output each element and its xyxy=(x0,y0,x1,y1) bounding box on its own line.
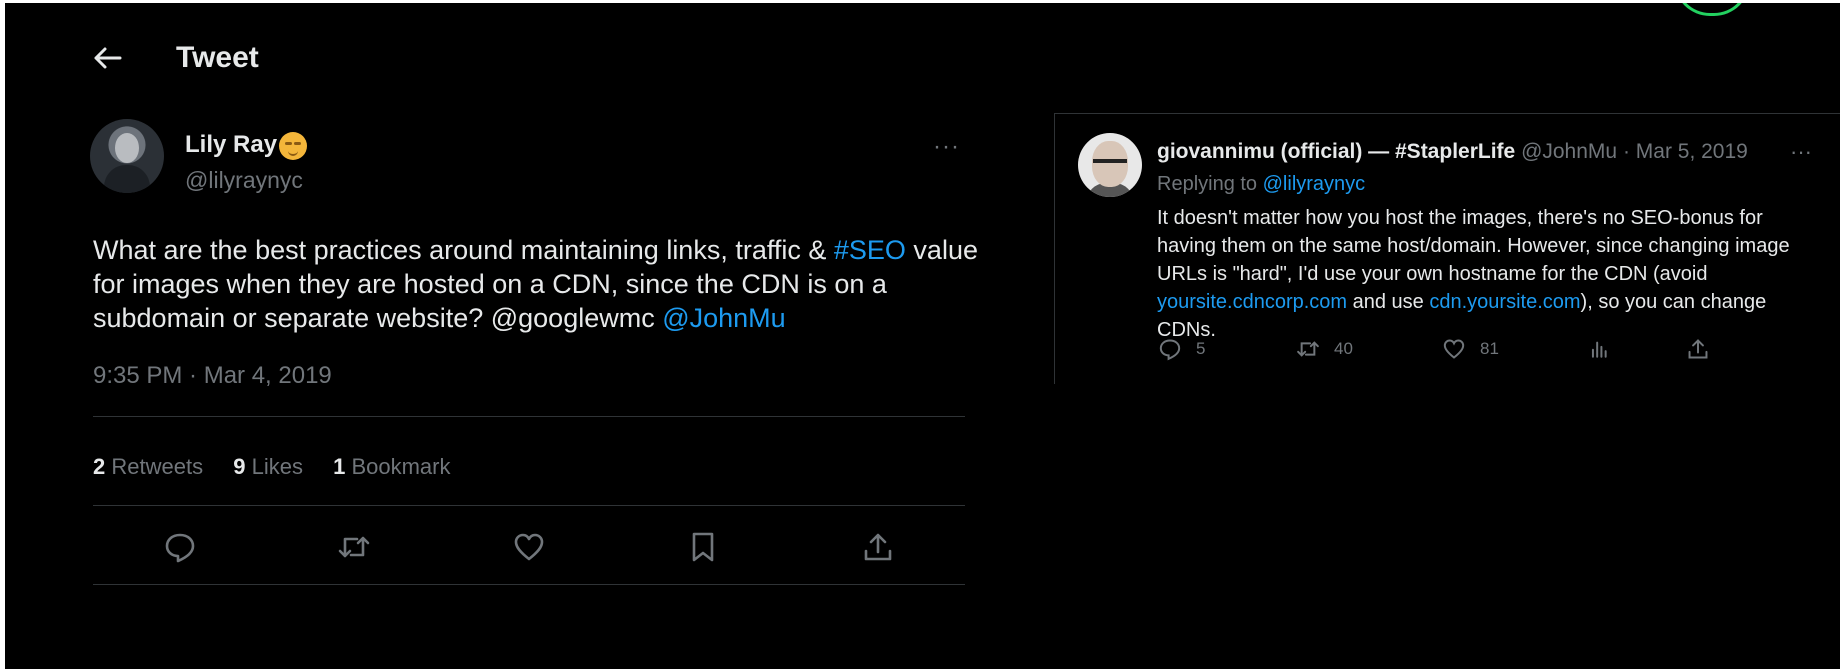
retweet-icon xyxy=(1297,341,1319,357)
bookmark-button[interactable] xyxy=(686,530,720,564)
retweets-stat[interactable]: 2 Retweets xyxy=(93,454,203,479)
mention-link[interactable]: @lilyraynyc xyxy=(1263,173,1366,195)
arrow-left-icon xyxy=(94,47,122,69)
relieved-face-emoji-icon xyxy=(279,132,307,160)
retweet-button[interactable] xyxy=(337,530,371,564)
like-button[interactable] xyxy=(512,530,546,564)
reply-share-button[interactable] xyxy=(1686,336,1710,362)
likes-stat[interactable]: 9 Likes xyxy=(233,454,303,479)
reply-retweet-button[interactable]: 40 xyxy=(1296,336,1353,362)
reply-author-handle[interactable]: @JohnMu xyxy=(1521,140,1617,163)
page-title: Tweet xyxy=(176,41,259,74)
reply-author[interactable]: giovannimu (official) — #StaplerLife @Jo… xyxy=(1157,140,1748,164)
tweet-timestamp[interactable]: 9:35 PM · Mar 4, 2019 xyxy=(93,362,332,390)
retweet-icon xyxy=(338,536,370,558)
bar-chart-icon xyxy=(1591,341,1607,358)
bookmark-icon xyxy=(692,532,714,562)
reply-analytics-button[interactable] xyxy=(1588,336,1612,362)
avatar[interactable] xyxy=(90,119,164,193)
back-button[interactable] xyxy=(93,45,127,71)
bookmarks-stat[interactable]: 1 Bookmark xyxy=(333,454,450,479)
avatar[interactable] xyxy=(1078,133,1142,197)
mention-link[interactable]: @JohnMu xyxy=(662,303,785,333)
url-link[interactable]: yoursite.cdncorp.com xyxy=(1157,291,1347,313)
hashtag-link[interactable]: #SEO xyxy=(834,235,906,265)
comment-icon xyxy=(1159,339,1181,361)
retweet-count: 40 xyxy=(1334,339,1353,358)
like-count: 81 xyxy=(1480,339,1499,358)
share-button[interactable] xyxy=(861,530,895,564)
tweet-text: What are the best practices around maint… xyxy=(93,233,993,335)
reply-text-part: and use xyxy=(1347,291,1430,313)
heart-icon xyxy=(1443,339,1465,359)
reply-reply-button[interactable]: 5 xyxy=(1158,336,1205,362)
tweet-text-part: What are the best practices around maint… xyxy=(93,235,834,265)
share-icon xyxy=(1688,339,1708,359)
cursor-highlight-ring xyxy=(1674,3,1750,16)
heart-icon xyxy=(514,533,544,561)
reply-like-button[interactable]: 81 xyxy=(1442,336,1499,362)
author-handle[interactable]: @lilyraynyc xyxy=(185,167,303,194)
tweet-page: Tweet Lily Ray @lilyraynyc ··· What are … xyxy=(5,3,1840,669)
reply-text-part: It doesn't matter how you host the image… xyxy=(1157,207,1790,285)
more-options-button[interactable]: ··· xyxy=(1790,139,1812,165)
divider xyxy=(93,584,965,585)
reply-count: 5 xyxy=(1196,339,1206,358)
replying-to: Replying to @lilyraynyc xyxy=(1157,173,1366,195)
author-name[interactable]: Lily Ray xyxy=(185,131,277,159)
reply-author-name[interactable]: giovannimu (official) — #StaplerLife xyxy=(1157,140,1515,163)
url-link[interactable]: cdn.yoursite.com xyxy=(1429,291,1580,313)
reply-button[interactable] xyxy=(163,530,197,564)
reply-text: It doesn't matter how you host the image… xyxy=(1157,204,1827,344)
divider xyxy=(93,505,965,506)
comment-icon xyxy=(165,533,195,563)
reply-date[interactable]: · Mar 5, 2019 xyxy=(1623,140,1748,163)
tweet-stats: 2 Retweets 9 Likes 1 Bookmark xyxy=(93,454,451,480)
divider xyxy=(93,416,965,417)
share-icon xyxy=(864,533,892,561)
more-options-button[interactable]: ··· xyxy=(933,133,960,161)
